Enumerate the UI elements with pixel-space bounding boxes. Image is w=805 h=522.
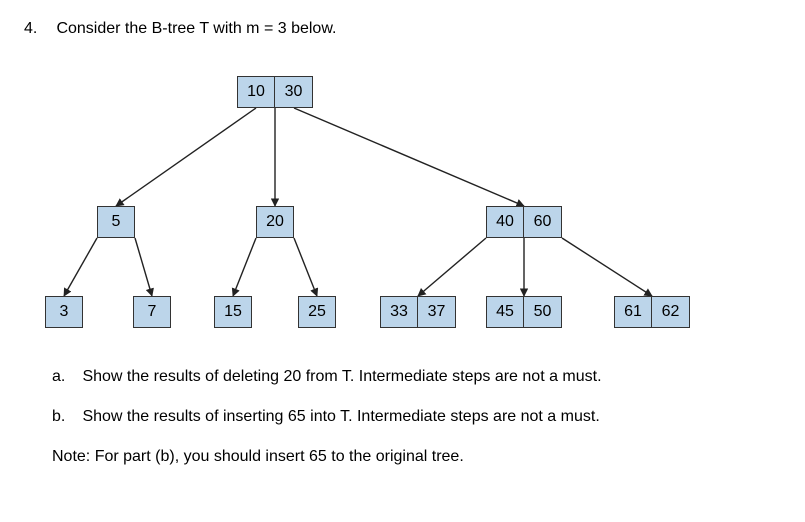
key-cell: 33 <box>380 296 418 328</box>
node-leaf-33-37: 33 37 <box>380 296 456 328</box>
question-number: 4. <box>24 20 52 38</box>
key-cell: 3 <box>45 296 83 328</box>
key-cell: 62 <box>652 296 690 328</box>
key-cell: 60 <box>524 206 562 238</box>
key-cell: 15 <box>214 296 252 328</box>
part-a-text: Show the results of deleting 20 from T. … <box>82 368 601 385</box>
question-prompt: 4. Consider the B-tree T with m = 3 belo… <box>24 20 781 38</box>
key-cell: 25 <box>298 296 336 328</box>
key-cell: 50 <box>524 296 562 328</box>
key-cell: 61 <box>614 296 652 328</box>
key-cell: 45 <box>486 296 524 328</box>
note-text: Note: For part (b), you should insert 65… <box>52 448 781 466</box>
key-cell: 5 <box>97 206 135 238</box>
part-b-text: Show the results of inserting 65 into T.… <box>82 408 599 425</box>
btree-diagram: 10 30 5 20 40 60 3 7 15 25 33 37 45 50 6… <box>24 66 784 346</box>
node-leaf-15: 15 <box>214 296 252 328</box>
node-mid-center: 20 <box>256 206 294 238</box>
key-cell: 10 <box>237 76 275 108</box>
part-b: b. Show the results of inserting 65 into… <box>52 408 781 426</box>
node-mid-right: 40 60 <box>486 206 562 238</box>
key-cell: 20 <box>256 206 294 238</box>
part-b-letter: b. <box>52 408 78 426</box>
node-leaf-61-62: 61 62 <box>614 296 690 328</box>
question-text: Consider the B-tree T with m = 3 below. <box>56 20 336 37</box>
node-mid-left: 5 <box>97 206 135 238</box>
node-leaf-25: 25 <box>298 296 336 328</box>
node-root: 10 30 <box>237 76 313 108</box>
part-a: a. Show the results of deleting 20 from … <box>52 368 781 386</box>
key-cell: 30 <box>275 76 313 108</box>
key-cell: 7 <box>133 296 171 328</box>
key-cell: 40 <box>486 206 524 238</box>
node-leaf-3: 3 <box>45 296 83 328</box>
part-a-letter: a. <box>52 368 78 386</box>
node-leaf-45-50: 45 50 <box>486 296 562 328</box>
key-cell: 37 <box>418 296 456 328</box>
node-leaf-7: 7 <box>133 296 171 328</box>
